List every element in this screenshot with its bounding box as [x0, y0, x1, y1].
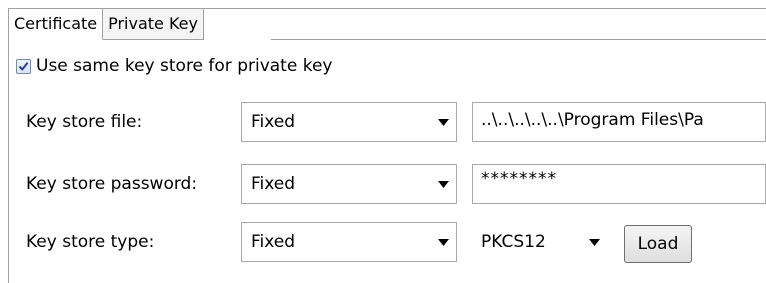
keystore-password-label: Key store password:: [26, 174, 198, 194]
keystore-file-mode-select[interactable]: Fixed: [241, 102, 457, 142]
keystore-file-label: Key store file:: [26, 112, 143, 132]
tab-divider: [271, 39, 766, 40]
use-same-keystore-checkbox[interactable]: [16, 58, 31, 74]
keystore-type-mode-value: Fixed: [251, 232, 296, 252]
keystore-password-value: ********: [481, 169, 557, 189]
chevron-down-icon: [430, 118, 456, 126]
keystore-file-mode-value: Fixed: [251, 112, 296, 132]
check-icon: [18, 61, 29, 71]
chevron-down-icon: [577, 238, 611, 246]
use-same-keystore-row[interactable]: Use same key store for private key: [16, 56, 332, 76]
tab-certificate[interactable]: Certificate: [9, 9, 104, 40]
keystore-type-value: PKCS12: [481, 232, 546, 252]
use-same-keystore-label: Use same key store for private key: [36, 56, 333, 76]
chevron-down-icon: [430, 238, 456, 246]
keystore-type-label: Key store type:: [26, 232, 155, 252]
keystore-type-select[interactable]: PKCS12: [472, 222, 612, 262]
keystore-password-mode-select[interactable]: Fixed: [241, 164, 457, 204]
keystore-type-mode-select[interactable]: Fixed: [241, 222, 457, 262]
keystore-file-value: ..\..\..\..\..\Program Files\Pa: [481, 110, 704, 130]
keystore-password-input[interactable]: ********: [472, 164, 766, 204]
load-button[interactable]: Load: [624, 225, 692, 263]
keystore-password-mode-value: Fixed: [251, 174, 296, 194]
tab-bar: Certificate Private Key: [9, 9, 204, 41]
chevron-down-icon: [430, 180, 456, 188]
keystore-file-input[interactable]: ..\..\..\..\..\Program Files\Pa: [472, 102, 766, 142]
tab-private-key[interactable]: Private Key: [103, 9, 204, 40]
